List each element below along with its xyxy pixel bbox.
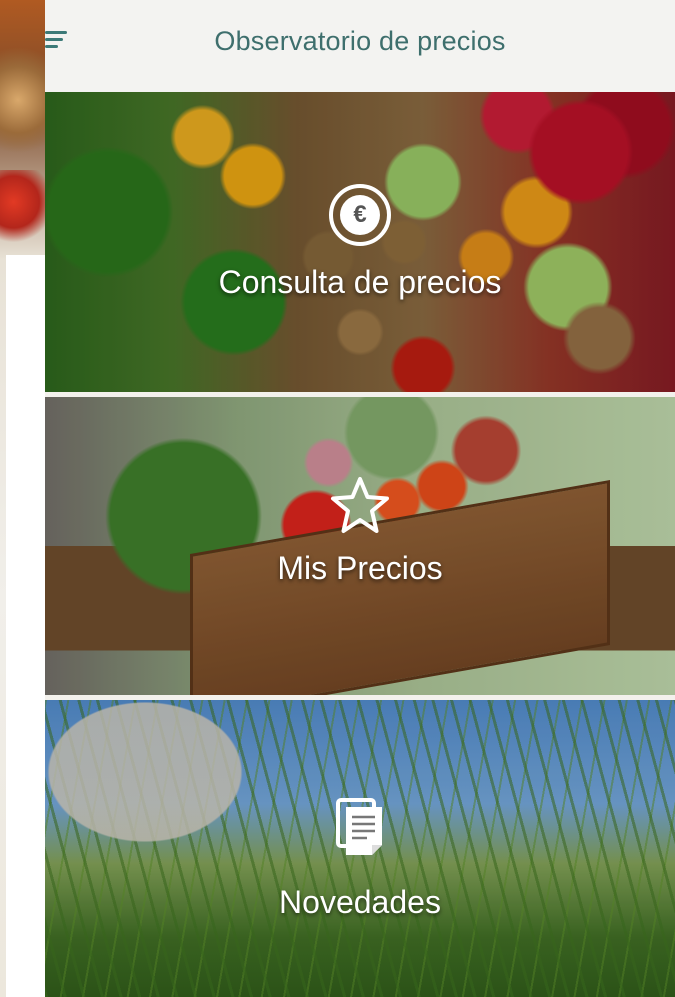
background-bread-blur xyxy=(0,40,45,160)
card-label: Consulta de precios xyxy=(218,263,502,300)
euro-coin-icon: € xyxy=(329,183,391,246)
card-consulta-de-precios[interactable]: € Consulta de precios xyxy=(45,92,675,392)
card-label: Mis Precios xyxy=(277,550,443,586)
document-icon xyxy=(335,797,385,862)
app-bar: Observatorio de precios xyxy=(45,0,675,92)
background-sheet xyxy=(6,255,45,997)
background-tomato-blur xyxy=(0,170,45,250)
card-image-overlay xyxy=(45,397,675,695)
card-label: Novedades xyxy=(279,883,441,920)
card-novedades[interactable]: Novedades xyxy=(45,700,675,997)
background-blur xyxy=(0,0,45,997)
app-title: Observatorio de precios xyxy=(214,25,506,56)
hamburger-menu-icon[interactable] xyxy=(45,24,75,54)
card-mis-precios[interactable]: Mis Precios xyxy=(45,397,675,695)
star-icon xyxy=(329,475,391,542)
